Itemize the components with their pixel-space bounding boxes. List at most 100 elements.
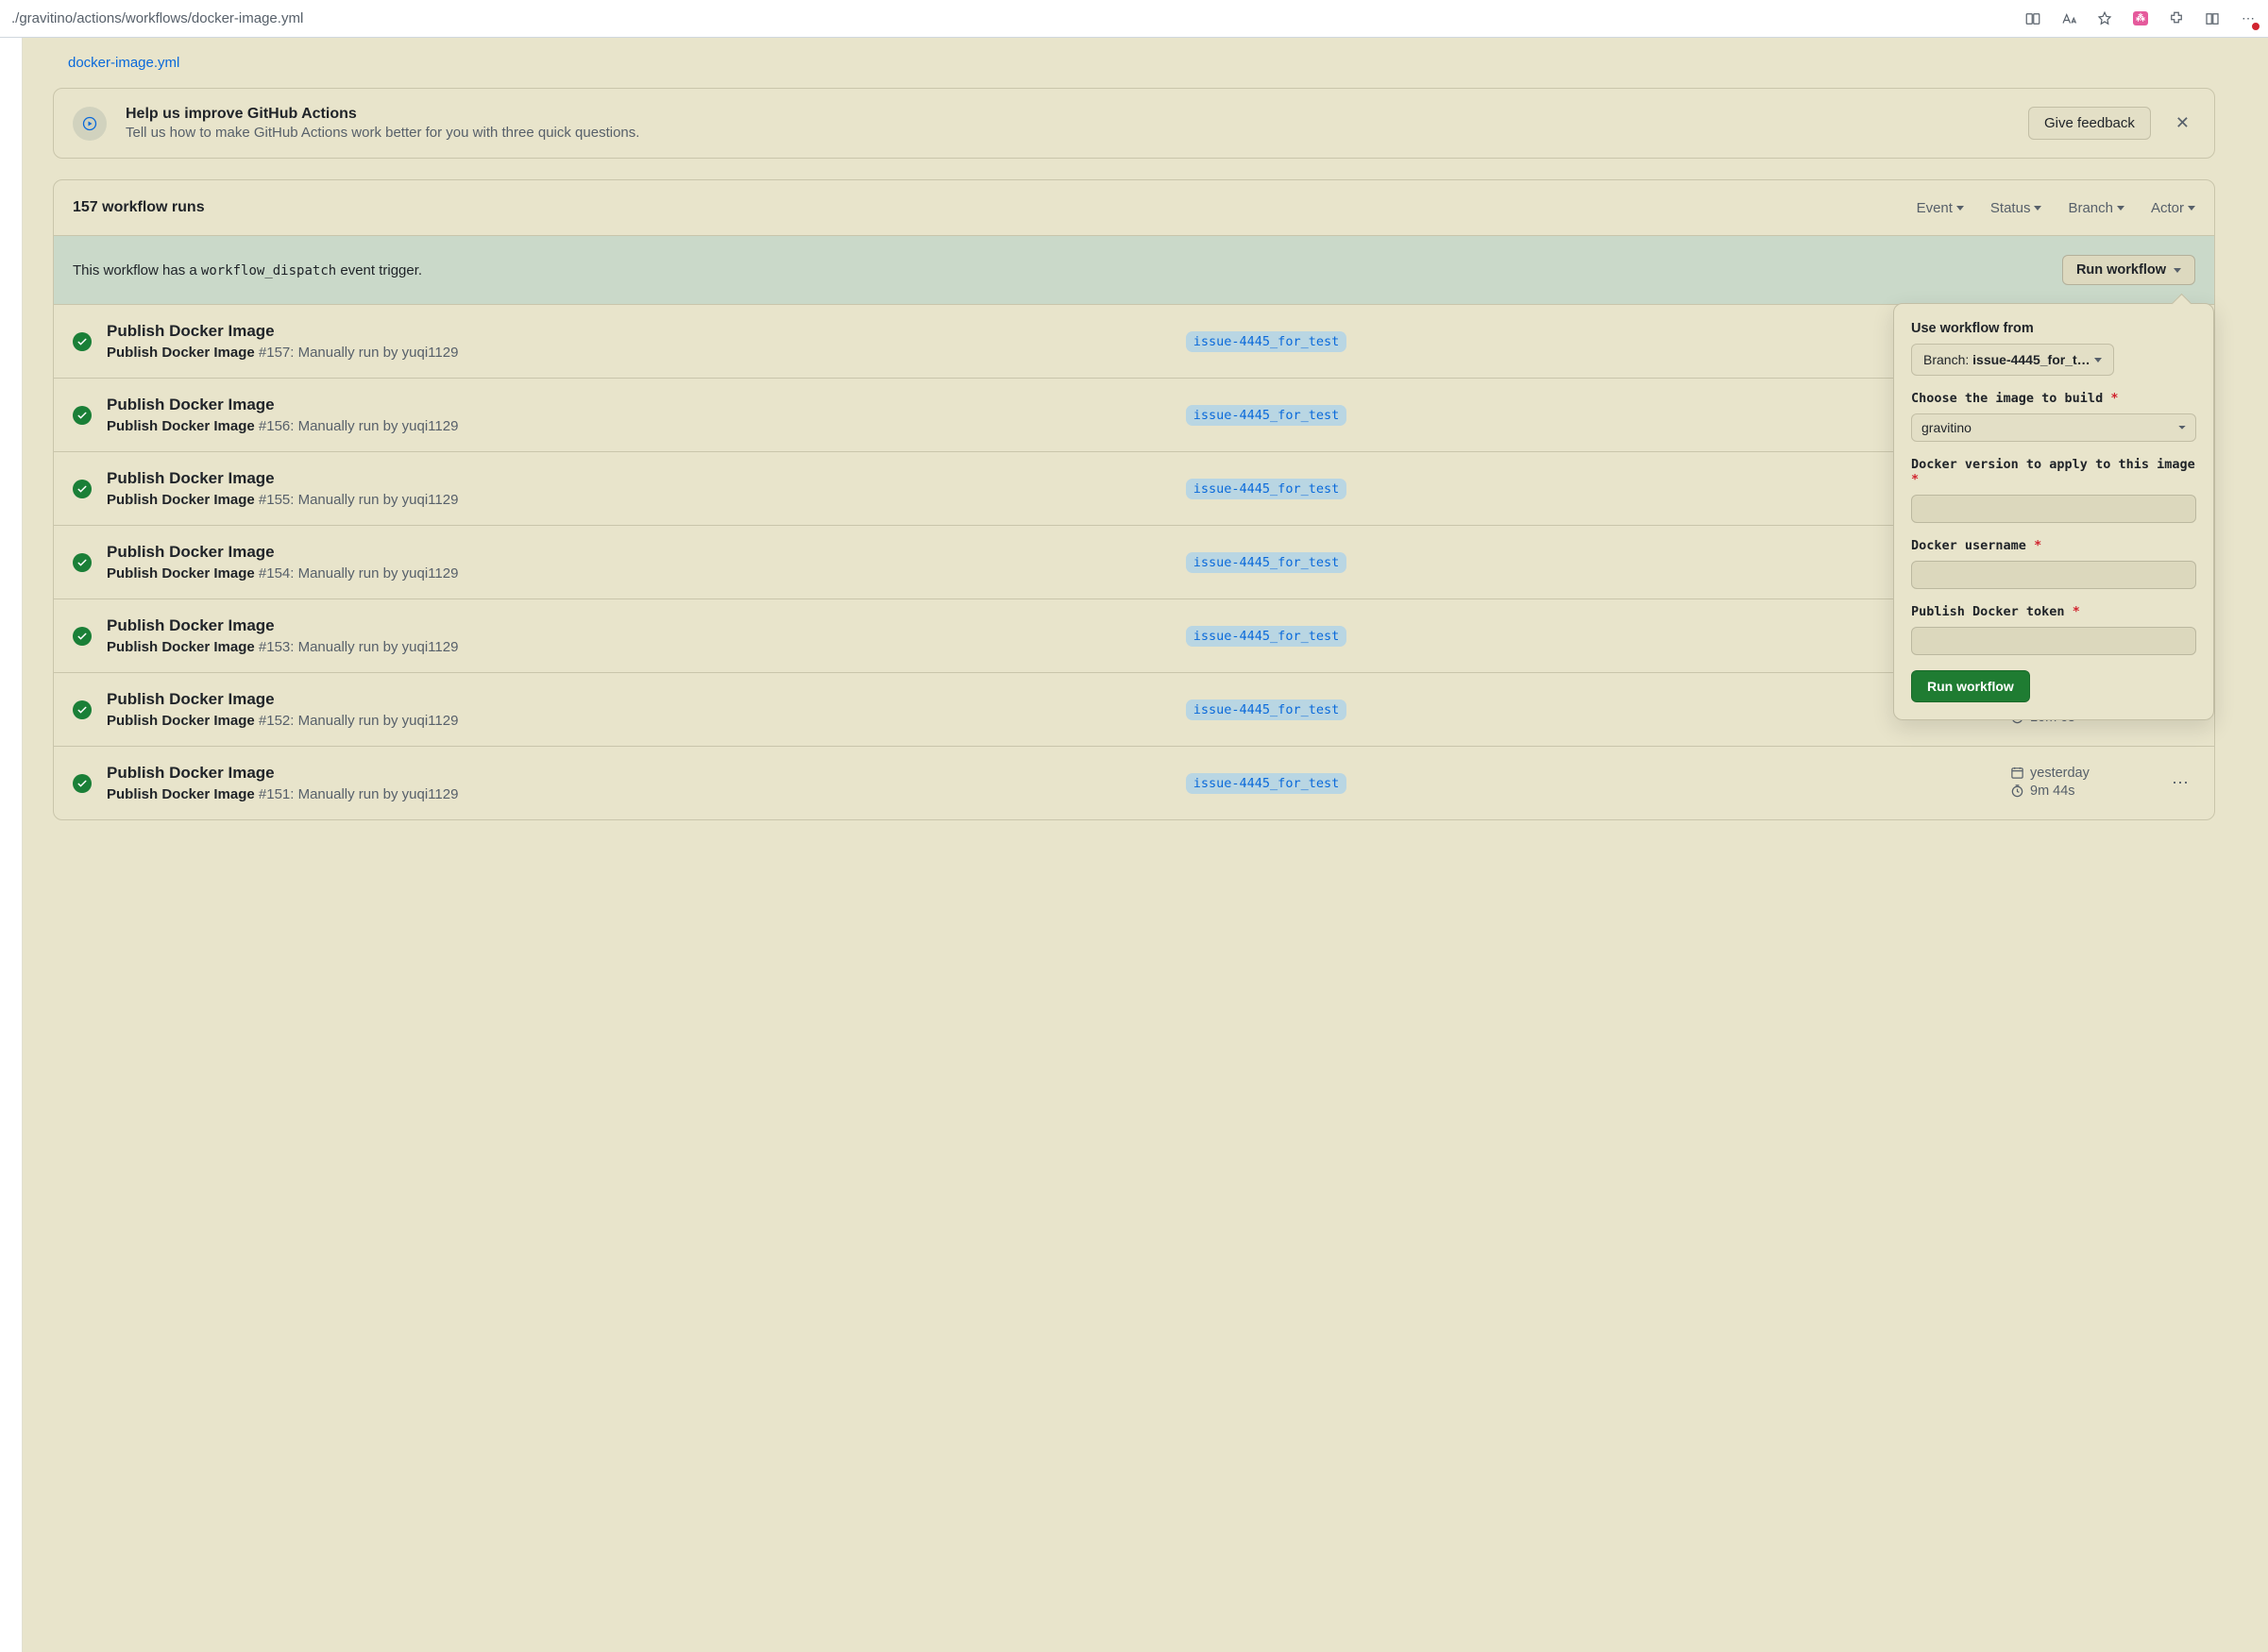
filter-actor[interactable]: Actor	[2151, 200, 2195, 216]
run-main: Publish Docker Image Publish Docker Image…	[107, 322, 522, 361]
label-choose-image: Choose the image to build *	[1911, 391, 2196, 406]
branch-col: issue-4445_for_test	[537, 331, 1995, 352]
workflow-run-row[interactable]: Publish Docker Image Publish Docker Image…	[54, 673, 2214, 747]
banner-subtitle: Tell us how to make GitHub Actions work …	[126, 125, 2009, 141]
run-main: Publish Docker Image Publish Docker Image…	[107, 616, 522, 655]
workflow-run-row[interactable]: Publish Docker Image Publish Docker Image…	[54, 452, 2214, 526]
dispatch-trigger-row: This workflow has a workflow_dispatch ev…	[54, 236, 2214, 305]
text-size-icon[interactable]	[2060, 10, 2077, 27]
workflow-run-row[interactable]: Publish Docker Image Publish Docker Image…	[54, 379, 2214, 452]
popover-use-from-label: Use workflow from	[1911, 321, 2196, 336]
label-publish-token: Publish Docker token *	[1911, 604, 2196, 619]
run-main: Publish Docker Image Publish Docker Image…	[107, 764, 522, 802]
run-subtitle: Publish Docker Image #156: Manually run …	[107, 418, 522, 434]
branch-label[interactable]: issue-4445_for_test	[1186, 552, 1346, 573]
reading-list-icon[interactable]	[2204, 10, 2221, 27]
run-title[interactable]: Publish Docker Image	[107, 396, 522, 414]
run-workflow-button[interactable]: Run workflow	[2062, 255, 2195, 285]
branch-label[interactable]: issue-4445_for_test	[1186, 700, 1346, 720]
translate-badge[interactable]: ⁂	[2132, 10, 2149, 27]
branch-label[interactable]: issue-4445_for_test	[1186, 331, 1346, 352]
chevron-down-icon	[2094, 358, 2102, 362]
label-docker-username: Docker username *	[1911, 538, 2196, 553]
run-meta: yesterday9m 44s	[2010, 766, 2152, 801]
chevron-down-icon	[2034, 206, 2041, 211]
branch-col: issue-4445_for_test	[537, 700, 1995, 720]
branch-col: issue-4445_for_test	[537, 626, 1995, 647]
branch-label[interactable]: issue-4445_for_test	[1186, 773, 1346, 794]
success-check-icon	[73, 406, 92, 425]
stopwatch-icon	[2010, 784, 2024, 798]
run-workflow-submit-button[interactable]: Run workflow	[1911, 670, 2030, 702]
run-workflow-popover: Use workflow from Branch: issue-4445_for…	[1893, 303, 2214, 720]
run-title[interactable]: Publish Docker Image	[107, 469, 522, 488]
run-subtitle: Publish Docker Image #157: Manually run …	[107, 345, 522, 361]
workflow-file-link[interactable]: docker-image.yml	[53, 38, 179, 88]
collections-icon[interactable]	[2024, 10, 2041, 27]
success-check-icon	[73, 627, 92, 646]
branch-label[interactable]: issue-4445_for_test	[1186, 479, 1346, 499]
branch-col: issue-4445_for_test	[537, 773, 1995, 794]
success-check-icon	[73, 332, 92, 351]
run-main: Publish Docker Image Publish Docker Image…	[107, 690, 522, 729]
docker-username-input[interactable]	[1911, 561, 2196, 589]
workflow-run-row[interactable]: Publish Docker Image Publish Docker Image…	[54, 599, 2214, 673]
workflow-run-row[interactable]: Publish Docker Image Publish Docker Image…	[54, 747, 2214, 819]
branch-label[interactable]: issue-4445_for_test	[1186, 626, 1346, 647]
run-main: Publish Docker Image Publish Docker Image…	[107, 396, 522, 434]
chevron-down-icon	[2188, 206, 2195, 211]
chevron-down-icon	[2117, 206, 2124, 211]
run-subtitle: Publish Docker Image #155: Manually run …	[107, 492, 522, 508]
run-title[interactable]: Publish Docker Image	[107, 764, 522, 783]
branch-col: issue-4445_for_test	[537, 405, 1995, 426]
run-main: Publish Docker Image Publish Docker Image…	[107, 543, 522, 582]
filter-event[interactable]: Event	[1917, 200, 1964, 216]
publish-token-input[interactable]	[1911, 627, 2196, 655]
left-rail	[0, 38, 23, 1652]
runs-box: 157 workflow runs Event Status Branch Ac…	[53, 179, 2215, 820]
run-title[interactable]: Publish Docker Image	[107, 690, 522, 709]
image-select[interactable]: gravitino	[1911, 413, 2196, 442]
branch-label[interactable]: issue-4445_for_test	[1186, 405, 1346, 426]
banner-title: Help us improve GitHub Actions	[126, 106, 2009, 123]
chevron-down-icon	[2174, 268, 2181, 273]
docker-version-input[interactable]	[1911, 495, 2196, 523]
chevron-down-icon	[1956, 206, 1964, 211]
run-count: 157 workflow runs	[73, 199, 205, 216]
run-subtitle: Publish Docker Image #151: Manually run …	[107, 786, 522, 802]
favorite-icon[interactable]	[2096, 10, 2113, 27]
more-icon[interactable]: ⋯	[2240, 10, 2257, 27]
branch-col: issue-4445_for_test	[537, 479, 1995, 499]
run-subtitle: Publish Docker Image #153: Manually run …	[107, 639, 522, 655]
give-feedback-button[interactable]: Give feedback	[2028, 107, 2151, 140]
feedback-banner: Help us improve GitHub Actions Tell us h…	[53, 88, 2215, 159]
close-icon[interactable]: ✕	[2170, 108, 2195, 139]
success-check-icon	[73, 553, 92, 572]
branch-selector[interactable]: Branch: issue-4445_for_t…	[1911, 344, 2114, 376]
runs-header: 157 workflow runs Event Status Branch Ac…	[54, 180, 2214, 236]
branch-col: issue-4445_for_test	[537, 552, 1995, 573]
label-docker-version: Docker version to apply to this image *	[1911, 457, 2196, 487]
play-circle-icon	[73, 107, 107, 141]
dispatch-text: This workflow has a workflow_dispatch ev…	[73, 262, 422, 278]
filter-branch[interactable]: Branch	[2068, 200, 2124, 216]
run-main: Publish Docker Image Publish Docker Image…	[107, 469, 522, 508]
extensions-icon[interactable]	[2168, 10, 2185, 27]
run-subtitle: Publish Docker Image #152: Manually run …	[107, 713, 522, 729]
calendar-icon	[2010, 766, 2024, 780]
run-title[interactable]: Publish Docker Image	[107, 322, 522, 341]
run-title[interactable]: Publish Docker Image	[107, 543, 522, 562]
filter-status[interactable]: Status	[1990, 200, 2042, 216]
kebab-menu-icon[interactable]: ⋯	[2167, 773, 2195, 793]
url-fragment: ./gravitino/actions/workflows/docker-ima…	[11, 10, 303, 26]
filter-bar: Event Status Branch Actor	[1917, 200, 2195, 216]
success-check-icon	[73, 480, 92, 498]
success-check-icon	[73, 700, 92, 719]
success-check-icon	[73, 774, 92, 793]
browser-toolbar-icons: ⁂ ⋯	[2024, 10, 2257, 27]
workflow-run-row[interactable]: Publish Docker Image Publish Docker Image…	[54, 526, 2214, 599]
browser-chrome-top: ./gravitino/actions/workflows/docker-ima…	[0, 0, 2268, 38]
workflow-run-row[interactable]: Publish Docker Image Publish Docker Image…	[54, 305, 2214, 379]
run-title[interactable]: Publish Docker Image	[107, 616, 522, 635]
run-subtitle: Publish Docker Image #154: Manually run …	[107, 565, 522, 582]
